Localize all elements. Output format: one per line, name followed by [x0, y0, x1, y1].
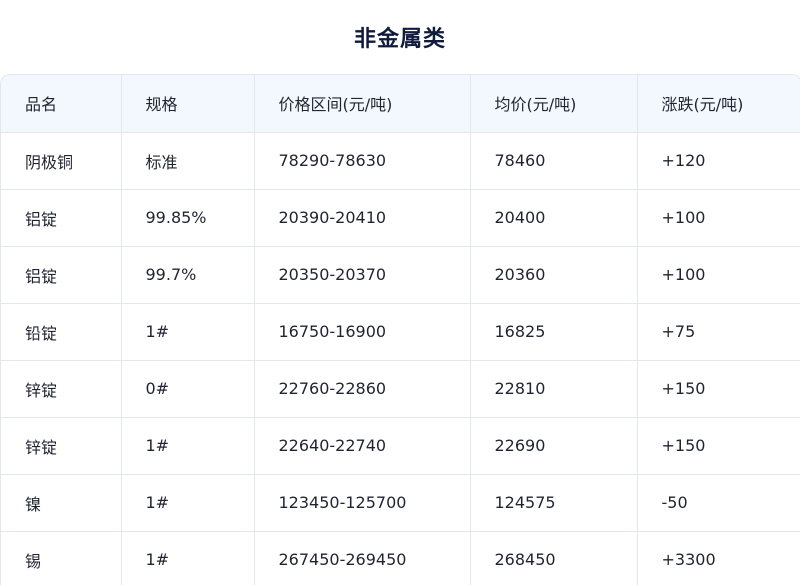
cell-specification: 0# — [121, 360, 255, 418]
cell-product-name: 锌锭 — [1, 360, 122, 418]
cell-change: +100 — [637, 189, 800, 247]
page: 非金属类 品名 规格 价格区间(元/吨) 均价(元/吨) 涨跌(元/吨) 阴极铜… — [0, 0, 800, 585]
cell-average-price: 22690 — [470, 417, 638, 475]
table-row: 铝锭 99.85% 20390-20410 20400 +100 — [1, 189, 800, 247]
cell-price-range: 20390-20410 — [254, 189, 471, 247]
table-body: 阴极铜 标准 78290-78630 78460 +120 铝锭 99.85% … — [1, 132, 800, 585]
cell-change: +75 — [637, 303, 800, 361]
cell-average-price: 20360 — [470, 246, 638, 304]
table-row: 锌锭 0# 22760-22860 22810 +150 — [1, 360, 800, 418]
page-title: 非金属类 — [353, 27, 446, 52]
cell-average-price: 124575 — [470, 474, 638, 532]
cell-specification: 1# — [121, 531, 255, 585]
cell-price-range: 22640-22740 — [254, 417, 471, 475]
header-average-price: 均价(元/吨) — [470, 75, 638, 133]
cell-specification: 1# — [121, 417, 255, 475]
table-row: 铅锭 1# 16750-16900 16825 +75 — [1, 303, 800, 361]
cell-average-price: 22810 — [470, 360, 638, 418]
cell-change: +100 — [637, 246, 800, 304]
table-row: 镍 1# 123450-125700 124575 -50 — [1, 474, 800, 532]
cell-change: +150 — [637, 360, 800, 418]
cell-product-name: 锌锭 — [1, 417, 122, 475]
price-table: 品名 规格 价格区间(元/吨) 均价(元/吨) 涨跌(元/吨) 阴极铜 标准 7… — [1, 75, 800, 585]
cell-change: +120 — [637, 132, 800, 190]
cell-change: +3300 — [637, 531, 800, 585]
header-row: 品名 规格 价格区间(元/吨) 均价(元/吨) 涨跌(元/吨) — [1, 75, 800, 133]
cell-specification: 标准 — [121, 132, 255, 190]
table-row: 锡 1# 267450-269450 268450 +3300 — [1, 531, 800, 585]
cell-specification: 99.85% — [121, 189, 255, 247]
cell-specification: 1# — [121, 474, 255, 532]
cell-product-name: 铅锭 — [1, 303, 122, 361]
price-table-container: 品名 规格 价格区间(元/吨) 均价(元/吨) 涨跌(元/吨) 阴极铜 标准 7… — [0, 74, 800, 585]
table-header: 品名 规格 价格区间(元/吨) 均价(元/吨) 涨跌(元/吨) — [1, 75, 800, 133]
header-product-name: 品名 — [1, 75, 122, 133]
cell-price-range: 78290-78630 — [254, 132, 471, 190]
header-price-range: 价格区间(元/吨) — [254, 75, 471, 133]
cell-product-name: 阴极铜 — [1, 132, 122, 190]
table-row: 铝锭 99.7% 20350-20370 20360 +100 — [1, 246, 800, 304]
table-row: 阴极铜 标准 78290-78630 78460 +120 — [1, 132, 800, 190]
cell-average-price: 78460 — [470, 132, 638, 190]
cell-change: -50 — [637, 474, 800, 532]
cell-price-range: 16750-16900 — [254, 303, 471, 361]
cell-average-price: 20400 — [470, 189, 638, 247]
cell-product-name: 锡 — [1, 531, 122, 585]
cell-price-range: 123450-125700 — [254, 474, 471, 532]
cell-price-range: 22760-22860 — [254, 360, 471, 418]
cell-average-price: 268450 — [470, 531, 638, 585]
cell-specification: 1# — [121, 303, 255, 361]
cell-product-name: 铝锭 — [1, 189, 122, 247]
header-change: 涨跌(元/吨) — [637, 75, 800, 133]
cell-change: +150 — [637, 417, 800, 475]
header-specification: 规格 — [121, 75, 255, 133]
cell-product-name: 铝锭 — [1, 246, 122, 304]
cell-specification: 99.7% — [121, 246, 255, 304]
cell-product-name: 镍 — [1, 474, 122, 532]
cell-average-price: 16825 — [470, 303, 638, 361]
cell-price-range: 267450-269450 — [254, 531, 471, 585]
cell-price-range: 20350-20370 — [254, 246, 471, 304]
table-row: 锌锭 1# 22640-22740 22690 +150 — [1, 417, 800, 475]
